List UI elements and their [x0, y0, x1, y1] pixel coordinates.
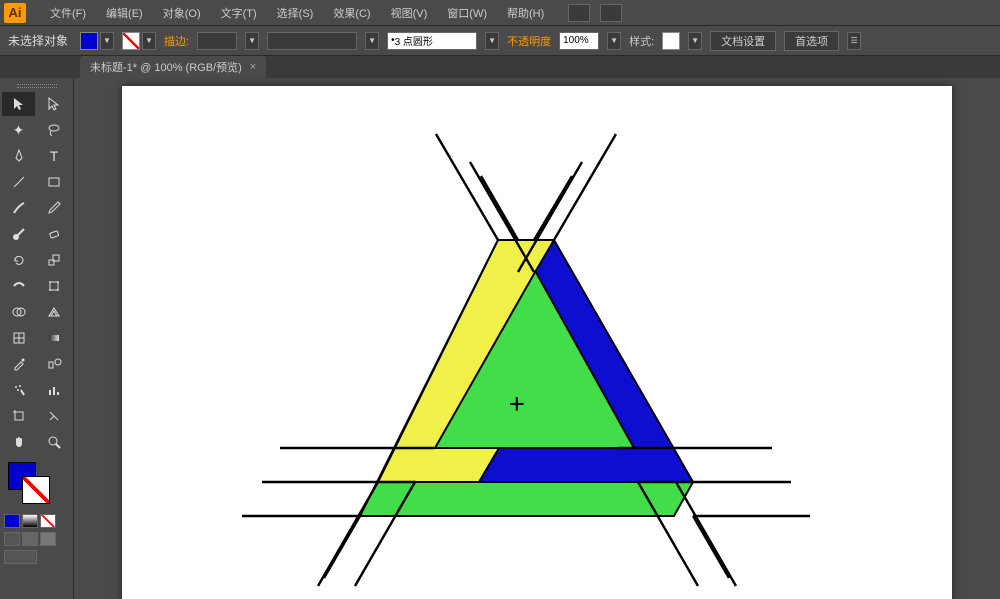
shape-builder-tool[interactable] [2, 300, 35, 324]
screen-mode-icon[interactable] [600, 4, 622, 22]
tool-panel: ✦ T [0, 78, 74, 599]
pen-tool[interactable] [2, 144, 35, 168]
panel-handle-icon[interactable] [0, 82, 73, 90]
menu-window[interactable]: 窗口(W) [437, 1, 497, 25]
document-setup-button[interactable]: 文档设置 [710, 31, 776, 51]
center-cross-icon: + [509, 389, 525, 419]
brush-def-field[interactable] [267, 32, 357, 50]
style-dropdown-icon[interactable]: ▼ [688, 32, 702, 50]
draw-inside-icon[interactable] [40, 532, 56, 546]
fill-stroke-indicator[interactable] [4, 462, 69, 506]
style-swatch[interactable] [662, 32, 680, 50]
stroke-weight-dropdown-icon[interactable]: ▼ [245, 32, 259, 50]
symbol-sprayer-tool[interactable] [2, 378, 35, 402]
app-logo: Ai [4, 3, 26, 23]
menu-help[interactable]: 帮助(H) [497, 1, 554, 25]
brush-dropdown-icon[interactable]: ▼ [365, 32, 379, 50]
color-mode-icon[interactable] [4, 514, 20, 528]
menu-view[interactable]: 视图(V) [381, 1, 438, 25]
blend-tool[interactable] [38, 352, 71, 376]
selection-status: 未选择对象 [8, 32, 68, 49]
menu-edit[interactable]: 编辑(E) [96, 1, 153, 25]
screen-mode-toggle-icon[interactable] [4, 550, 37, 564]
paintbrush-tool[interactable] [2, 196, 35, 220]
opacity-label: 不透明度 [507, 33, 551, 49]
tab-title: 未标题-1* @ 100% (RGB/预览) [90, 59, 242, 75]
none-mode-icon[interactable] [40, 514, 56, 528]
menu-file[interactable]: 文件(F) [40, 1, 96, 25]
selection-tool[interactable] [2, 92, 35, 116]
fill-swatch-group[interactable]: ▼ [80, 32, 114, 50]
eyedropper-tool[interactable] [2, 352, 35, 376]
zoom-tool[interactable] [38, 430, 71, 454]
draw-normal-icon[interactable] [4, 532, 20, 546]
draw-behind-icon[interactable] [22, 532, 38, 546]
stroke-swatch-group[interactable]: ▼ [122, 32, 156, 50]
menu-type[interactable]: 文字(T) [211, 1, 267, 25]
free-transform-tool[interactable] [38, 274, 71, 298]
document-tab-bar: 未标题-1* @ 100% (RGB/预览) × [0, 56, 1000, 78]
mesh-tool[interactable] [2, 326, 35, 350]
slice-tool[interactable] [38, 404, 71, 428]
opacity-dropdown-icon[interactable]: ▼ [607, 32, 621, 50]
eraser-tool[interactable] [38, 222, 71, 246]
control-bar: 未选择对象 ▼ ▼ 描边: ▼ ▼ • 3 点圆形 ▼ 不透明度 100% ▼ … [0, 26, 1000, 56]
artwork [122, 86, 952, 599]
canvas-area[interactable]: + [74, 78, 1000, 599]
stroke-label: 描边: [164, 33, 189, 49]
pencil-tool[interactable] [38, 196, 71, 220]
stroke-profile-dropdown-icon[interactable]: ▼ [485, 32, 499, 50]
tab-close-icon[interactable]: × [250, 61, 256, 73]
direct-selection-tool[interactable] [38, 92, 71, 116]
width-tool[interactable] [2, 274, 35, 298]
menu-bar: Ai 文件(F) 编辑(E) 对象(O) 文字(T) 选择(S) 效果(C) 视… [0, 0, 1000, 26]
layout-icon[interactable] [568, 4, 590, 22]
fill-dropdown-icon[interactable]: ▼ [100, 32, 114, 50]
document-tab[interactable]: 未标题-1* @ 100% (RGB/预览) × [80, 56, 266, 78]
gradient-mode-icon[interactable] [22, 514, 38, 528]
stroke-weight-field[interactable] [197, 32, 237, 50]
type-tool[interactable]: T [38, 144, 71, 168]
graph-tool[interactable] [38, 378, 71, 402]
stroke-dropdown-icon[interactable]: ▼ [142, 32, 156, 50]
gradient-tool[interactable] [38, 326, 71, 350]
perspective-tool[interactable] [38, 300, 71, 324]
line-tool[interactable] [2, 170, 35, 194]
stroke-swatch[interactable] [122, 32, 140, 50]
stroke-profile-text: 3 点圆形 [395, 33, 433, 48]
stroke-color-icon[interactable] [22, 476, 50, 504]
menu-select[interactable]: 选择(S) [267, 1, 324, 25]
stroke-profile-field[interactable]: • 3 点圆形 [387, 32, 477, 50]
artboard-tool[interactable] [2, 404, 35, 428]
scale-tool[interactable] [38, 248, 71, 272]
hand-tool[interactable] [2, 430, 35, 454]
opacity-field[interactable]: 100% [559, 32, 599, 50]
menu-object[interactable]: 对象(O) [153, 1, 211, 25]
artboard[interactable]: + [122, 86, 952, 599]
rectangle-tool[interactable] [38, 170, 71, 194]
align-dropdown-icon[interactable]: ☰ [847, 32, 861, 50]
style-label: 样式: [629, 33, 654, 49]
blob-brush-tool[interactable] [2, 222, 35, 246]
fill-swatch[interactable] [80, 32, 98, 50]
menu-effect[interactable]: 效果(C) [323, 1, 380, 25]
rotate-tool[interactable] [2, 248, 35, 272]
lasso-tool[interactable] [38, 118, 71, 142]
magic-wand-tool[interactable]: ✦ [2, 118, 35, 142]
preferences-button[interactable]: 首选项 [784, 31, 839, 51]
